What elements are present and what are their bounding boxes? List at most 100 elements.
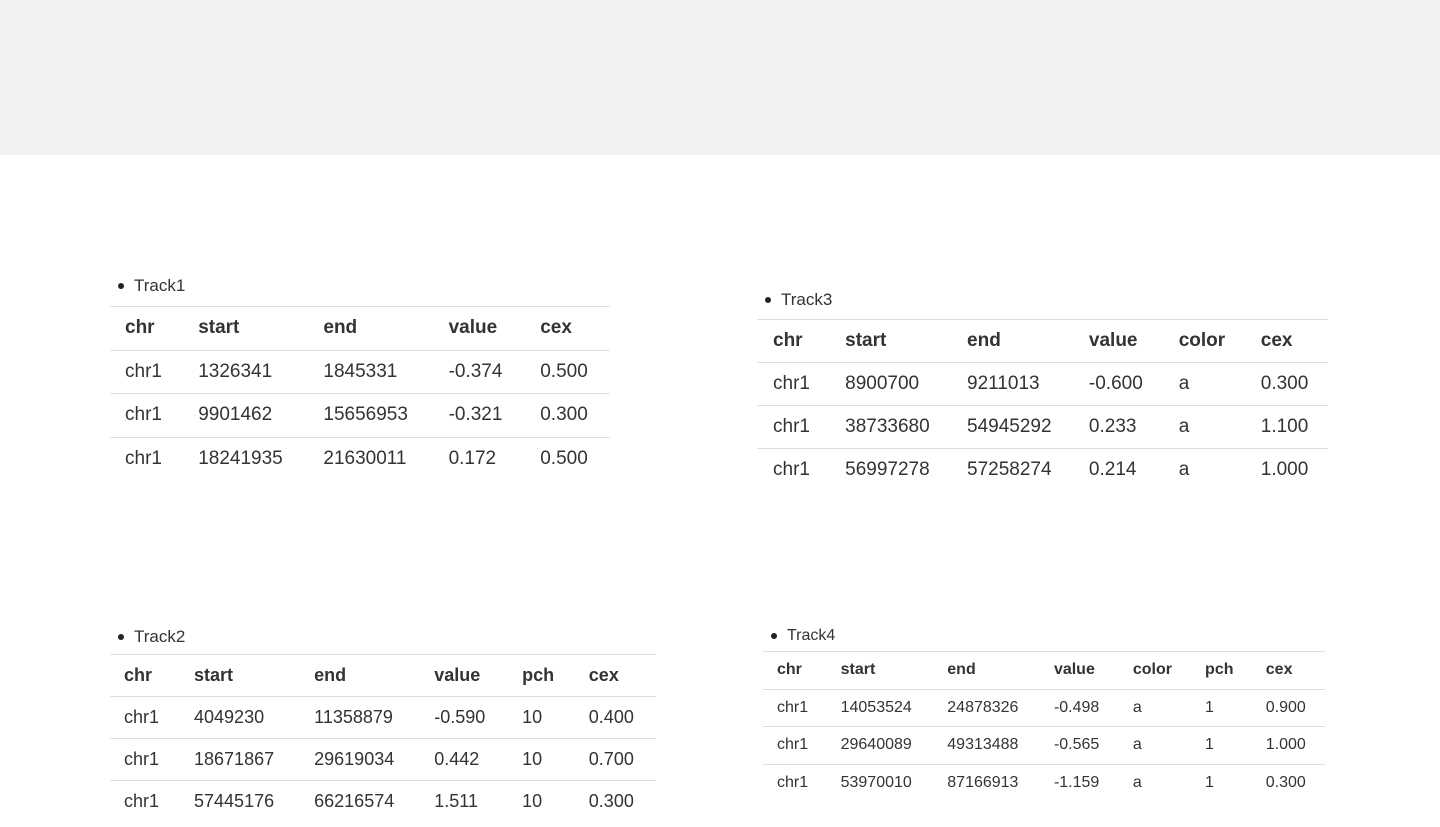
- cell-cex: 0.500: [540, 360, 588, 382]
- table-header-row: chr start end value cex: [110, 306, 610, 350]
- column-header-chr: chr: [125, 317, 155, 339]
- column-header-color: color: [1178, 330, 1226, 351]
- cell-end: 9211013: [967, 373, 1040, 394]
- table-row: chr1 29640089 49313488 -0.565 a 1 1.000: [763, 727, 1325, 764]
- table-row: chr1 9901462 15656953 -0.321 0.300: [110, 394, 610, 437]
- column-header-value: value: [1088, 330, 1138, 351]
- cell-end: 15656953: [323, 404, 408, 426]
- cell-pch: 1: [1205, 736, 1214, 754]
- cell-end: 11358879: [314, 707, 393, 727]
- column-header-value: value: [1053, 661, 1095, 679]
- cell-value: -0.498: [1053, 698, 1100, 716]
- column-header-color: color: [1132, 661, 1172, 679]
- cell-start: 38733680: [845, 416, 930, 437]
- bullet-icon: [118, 634, 124, 640]
- track-title: Track3: [765, 289, 1328, 311]
- cell-cex: 0.500: [540, 448, 588, 469]
- column-header-chr: chr: [777, 661, 802, 679]
- cell-end: 57258274: [967, 459, 1052, 481]
- column-header-value: value: [448, 317, 498, 339]
- column-header-chr: chr: [124, 665, 153, 685]
- cell-color: a: [1178, 416, 1190, 437]
- cell-pch: 10: [522, 791, 543, 812]
- cell-chr: chr1: [124, 791, 160, 812]
- table-row: chr1 18241935 21630011 0.172 0.500: [110, 437, 610, 481]
- cell-start: 29640089: [840, 736, 912, 754]
- cell-start: 9901462: [198, 404, 273, 426]
- cell-start: 56997278: [845, 459, 930, 481]
- cell-start: 18671867: [194, 749, 275, 769]
- column-header-end: end: [967, 330, 1001, 351]
- column-header-pch: pch: [522, 665, 555, 685]
- track-title: Track4: [771, 625, 1325, 647]
- column-header-cex: cex: [540, 317, 572, 339]
- table-row: chr1 38733680 54945292 0.233 a 1.100: [757, 406, 1328, 449]
- table-row: chr1 14053524 24878326 -0.498 a 1 0.900: [763, 689, 1325, 727]
- table-header-row: chr start end value color pch cex: [763, 651, 1325, 689]
- cell-chr: chr1: [773, 416, 810, 437]
- table-row: chr1 56997278 57258274 0.214 a 1.000: [757, 449, 1328, 492]
- data-table-track1: chr start end value cex chr1 1326341 184…: [110, 306, 610, 481]
- table-row: chr1 18671867 29619034 0.442 10 0.700: [110, 739, 656, 781]
- panel-track1: Track1 chr start end value cex chr1 1326…: [110, 275, 610, 481]
- cell-cex: 0.700: [588, 749, 634, 769]
- cell-start: 8900700: [845, 373, 920, 394]
- column-header-start: start: [840, 661, 876, 679]
- cell-cex: 0.300: [1260, 373, 1309, 394]
- cell-value: -0.600: [1088, 373, 1143, 394]
- column-header-start: start: [194, 665, 234, 685]
- column-header-end: end: [314, 665, 347, 685]
- cell-cex: 0.300: [588, 791, 634, 812]
- cell-chr: chr1: [125, 448, 162, 469]
- column-header-start: start: [845, 330, 887, 351]
- cell-chr: chr1: [124, 749, 160, 769]
- cell-cex: 0.300: [1265, 774, 1306, 791]
- cell-start: 14053524: [840, 698, 912, 716]
- cell-value: 0.214: [1088, 459, 1137, 481]
- table-header-row: chr start end value pch cex: [110, 654, 656, 697]
- cell-end: 49313488: [947, 736, 1019, 754]
- cell-end: 1845331: [323, 360, 398, 382]
- cell-value: -0.374: [448, 360, 503, 382]
- track-title-label: Track4: [787, 627, 836, 644]
- track-title: Track1: [118, 275, 610, 297]
- cell-cex: 0.300: [540, 404, 588, 426]
- cell-value: 0.442: [434, 749, 480, 769]
- column-header-end: end: [947, 661, 976, 679]
- cell-color: a: [1178, 373, 1190, 394]
- column-header-cex: cex: [1260, 330, 1293, 351]
- cell-start: 57445176: [194, 791, 275, 812]
- panel-track4: Track4 chr start end value color pch cex…: [763, 625, 1325, 802]
- column-header-start: start: [198, 317, 240, 339]
- cell-chr: chr1: [777, 736, 809, 754]
- data-table-track3: chr start end value color cex chr1 89007…: [757, 319, 1328, 492]
- cell-chr: chr1: [777, 774, 809, 791]
- track-title-label: Track3: [781, 290, 833, 309]
- cell-value: -0.590: [434, 707, 486, 727]
- cell-end: 29619034: [314, 749, 395, 769]
- cell-value: 0.172: [448, 448, 497, 469]
- top-banner: [0, 0, 1440, 155]
- cell-cex: 1.100: [1260, 416, 1309, 437]
- cell-color: a: [1132, 698, 1142, 716]
- cell-cex: 0.900: [1265, 698, 1306, 716]
- cell-color: a: [1132, 736, 1142, 754]
- cell-value: -1.159: [1053, 774, 1100, 791]
- track-title: Track2: [118, 626, 656, 648]
- cell-chr: chr1: [777, 698, 809, 716]
- cell-chr: chr1: [125, 404, 162, 426]
- table-row: chr1 57445176 66216574 1.511 10 0.300: [110, 781, 656, 823]
- bullet-icon: [771, 633, 777, 639]
- cell-color: a: [1132, 774, 1142, 791]
- cell-value: 0.233: [1088, 416, 1137, 437]
- cell-pch: 1: [1205, 698, 1214, 716]
- cell-start: 18241935: [198, 448, 283, 469]
- cell-pch: 1: [1205, 774, 1214, 791]
- bullet-icon: [765, 297, 771, 303]
- panel-track2: Track2 chr start end value pch cex chr1 …: [110, 626, 656, 823]
- cell-value: 1.511: [434, 791, 478, 812]
- cell-pch: 10: [522, 749, 543, 769]
- table-header-row: chr start end value color cex: [757, 319, 1328, 363]
- cell-end: 21630011: [323, 448, 407, 469]
- track-title-label: Track1: [134, 276, 186, 295]
